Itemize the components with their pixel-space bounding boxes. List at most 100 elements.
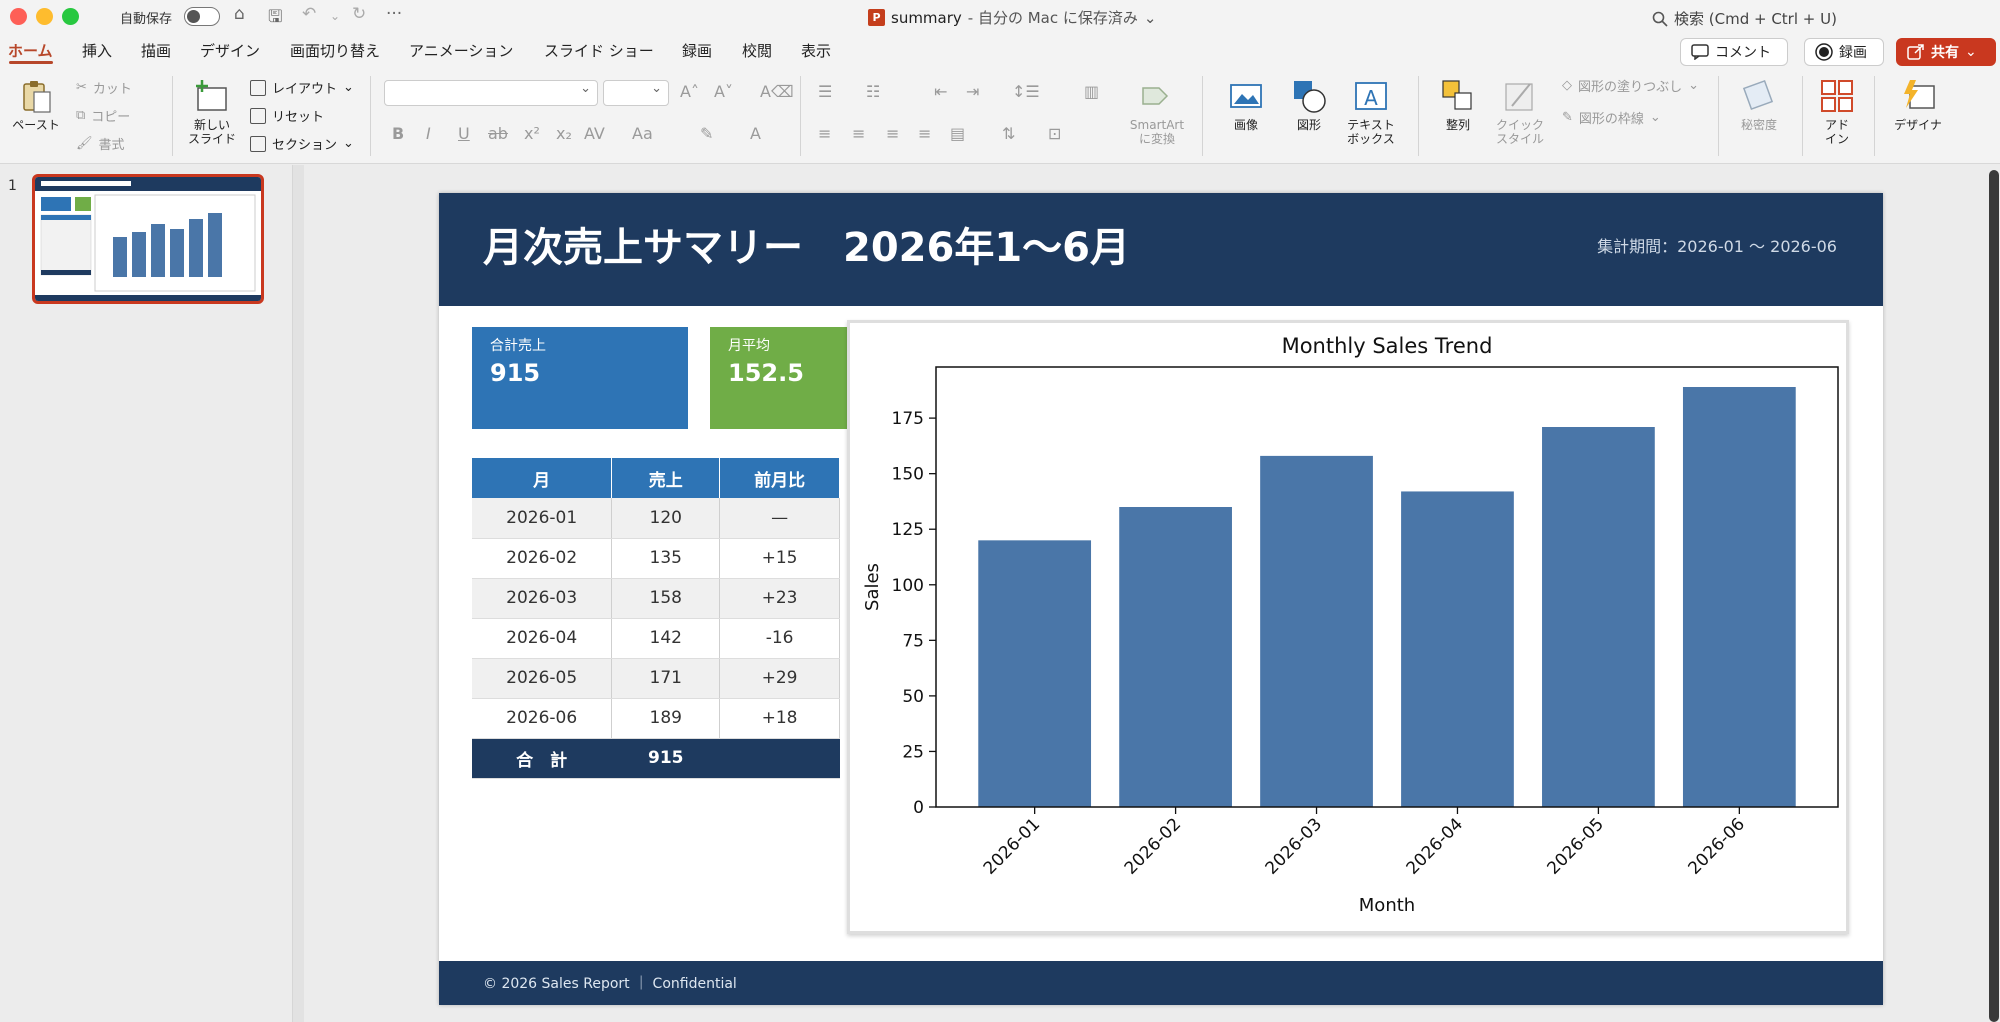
undo-dropdown-icon[interactable]: ⌄ <box>330 9 340 23</box>
tab-record[interactable]: 録画 <box>682 40 712 61</box>
share-button[interactable]: 共有 ⌄ <box>1896 38 1996 66</box>
addins-button[interactable]: アド イン <box>1810 78 1864 146</box>
kpi-average-card[interactable]: 月平均 152.5 <box>710 327 850 429</box>
sales-table[interactable]: 月 売上 前月比 2026-01 120—2026-02 135 +15 2026-03… <box>472 458 840 779</box>
undo-icon[interactable]: ↶ <box>302 4 316 24</box>
sensitivity-button[interactable]: 秘密度 <box>1728 78 1790 132</box>
character-spacing-icon[interactable]: AV <box>584 124 605 143</box>
table-row: 2026-01 120— <box>472 498 840 539</box>
tab-home[interactable]: ホーム <box>8 40 53 61</box>
tab-view[interactable]: 表示 <box>801 40 831 61</box>
table-header-row: 月 売上 前月比 <box>472 458 840 498</box>
tab-slideshow[interactable]: スライド ショー <box>544 40 654 61</box>
chart-container[interactable]: Monthly Sales Trend 0 25 50 75 100 125 150 175 20… <box>847 320 1849 934</box>
font-color-icon[interactable]: A <box>750 124 761 143</box>
more-icon[interactable]: ··· <box>386 4 402 24</box>
superscript-icon[interactable]: x² <box>524 124 540 143</box>
increase-font-size-icon[interactable]: A˄ <box>680 82 699 101</box>
save-icon[interactable]: 🖫 <box>268 4 282 33</box>
strikethrough-icon[interactable]: ab <box>488 124 508 143</box>
decrease-indent-icon[interactable]: ⇤ <box>934 82 947 101</box>
designer-button[interactable]: デザイナ <box>1884 78 1952 132</box>
align-center-icon[interactable]: ≡ <box>852 124 865 143</box>
section-button[interactable]: セクション ⌄ <box>250 134 354 153</box>
cell-sales: 189 <box>611 698 721 739</box>
increase-indent-icon[interactable]: ⇥ <box>966 82 979 101</box>
bar-2026-06 <box>1682 387 1796 807</box>
italic-icon[interactable]: I <box>426 124 431 143</box>
align-text-icon[interactable]: ⊡ <box>1048 124 1061 143</box>
image-button[interactable]: 画像 <box>1214 78 1278 132</box>
textbox-icon: A <box>1355 82 1387 110</box>
format-painter-button[interactable]: 🖌 書式 <box>76 134 125 153</box>
header-sales: 売上 <box>611 458 721 498</box>
slide-title[interactable]: 月次売上サマリー 2026年1〜6月 <box>483 215 1130 273</box>
underline-icon[interactable]: U <box>458 124 470 143</box>
y-tick-label: 25 <box>902 742 924 762</box>
quick-style-button[interactable]: クイック スタイル <box>1490 78 1550 146</box>
clear-formatting-icon[interactable]: A⌫ <box>760 82 794 101</box>
search-box[interactable]: 検索 (Cmd + Ctrl + U) <box>1652 8 1837 29</box>
shape-outline-button[interactable]: ✎ 図形の枠線 ⌄ <box>1562 108 1661 127</box>
tab-review[interactable]: 校閲 <box>742 40 772 61</box>
sensitivity-label: 秘密度 <box>1740 118 1777 132</box>
document-name: summary <box>891 8 962 27</box>
arrange-button[interactable]: 整列 <box>1426 78 1490 132</box>
align-right-icon[interactable]: ≡ <box>886 124 899 143</box>
record-button[interactable]: 録画 <box>1804 38 1884 66</box>
bullets-icon[interactable]: ☰ <box>818 82 832 101</box>
redo-icon[interactable]: ↻ <box>352 4 366 24</box>
bold-icon[interactable]: B <box>392 124 404 143</box>
thumbnail-scrollbar[interactable] <box>292 165 304 1022</box>
line-spacing-icon[interactable]: ↕☰ <box>1012 82 1040 101</box>
justify-icon[interactable]: ≡ <box>918 124 931 143</box>
columns-icon[interactable]: ▥ <box>1084 82 1099 101</box>
distributed-icon[interactable]: ▤ <box>950 124 965 143</box>
autosave-toggle[interactable] <box>184 7 220 26</box>
highlight-icon[interactable]: ✎ <box>700 124 713 143</box>
tab-transitions[interactable]: 画面切り替え <box>290 40 380 61</box>
close-window-button[interactable] <box>10 8 27 25</box>
reset-button[interactable]: リセット <box>250 106 324 125</box>
decrease-font-size-icon[interactable]: A˅ <box>714 82 733 101</box>
table-row: 2026-03 158 +23 <box>472 578 840 619</box>
x-tick-label: 2026-04 <box>1403 814 1467 878</box>
addins-icon <box>1821 80 1853 112</box>
period-label[interactable]: 集計期間：2026-01 〜 2026-06 <box>1597 233 1837 257</box>
document-status: - 自分の Mac に保存済み <box>967 9 1138 27</box>
layout-button[interactable]: レイアウト ⌄ <box>250 78 354 97</box>
new-slide-button[interactable]: 新しい スライド <box>184 78 240 146</box>
smartart-button[interactable]: SmartArt に変換 <box>1124 78 1190 146</box>
subscript-icon[interactable]: x₂ <box>556 124 572 143</box>
font-name-combo[interactable] <box>384 80 598 106</box>
align-left-icon[interactable]: ≡ <box>818 124 831 143</box>
arrange-label: 整列 <box>1445 118 1470 132</box>
slide-scrollbar-thumb[interactable] <box>1989 170 1999 1022</box>
text-direction-icon[interactable]: ⇅ <box>1002 124 1015 143</box>
slide-thumbnail[interactable] <box>32 174 264 304</box>
bar-2026-01 <box>978 540 1092 807</box>
shape-fill-button[interactable]: ◇ 図形の塗りつぶし ⌄ <box>1562 76 1699 95</box>
footer-text[interactable]: © 2026 Sales Report ｜ Confidential <box>483 973 737 993</box>
x-tick-label: 2026-05 <box>1544 814 1608 878</box>
slide-canvas[interactable]: 月次売上サマリー 2026年1〜6月 集計期間：2026-01 〜 2026-0… <box>439 193 1883 1005</box>
font-size-combo[interactable] <box>603 80 669 106</box>
tab-draw[interactable]: 描画 <box>141 40 171 61</box>
textbox-button[interactable]: A テキスト ボックス <box>1340 78 1402 146</box>
copy-button[interactable]: ⧉ コピー <box>76 106 130 125</box>
maximize-window-button[interactable] <box>62 8 79 25</box>
shape-button[interactable]: 図形 <box>1278 78 1340 132</box>
tab-insert[interactable]: 挿入 <box>82 40 112 61</box>
minimize-window-button[interactable] <box>36 8 53 25</box>
document-title[interactable]: P summary - 自分の Mac に保存済み ⌄ <box>868 7 1156 28</box>
tab-animations[interactable]: アニメーション <box>409 40 513 61</box>
home-icon[interactable]: ⌂ <box>234 4 245 24</box>
numbering-icon[interactable]: ☷ <box>866 82 880 101</box>
tab-design[interactable]: デザイン <box>200 40 260 61</box>
cut-button[interactable]: ✂ カット <box>76 78 132 97</box>
change-case-icon[interactable]: Aa <box>632 124 653 143</box>
chart-title: Monthly Sales Trend <box>1282 334 1493 358</box>
kpi-total-card[interactable]: 合計売上 915 <box>472 327 688 429</box>
paste-button[interactable]: ペースト <box>8 78 64 132</box>
comment-button[interactable]: コメント <box>1680 38 1788 66</box>
